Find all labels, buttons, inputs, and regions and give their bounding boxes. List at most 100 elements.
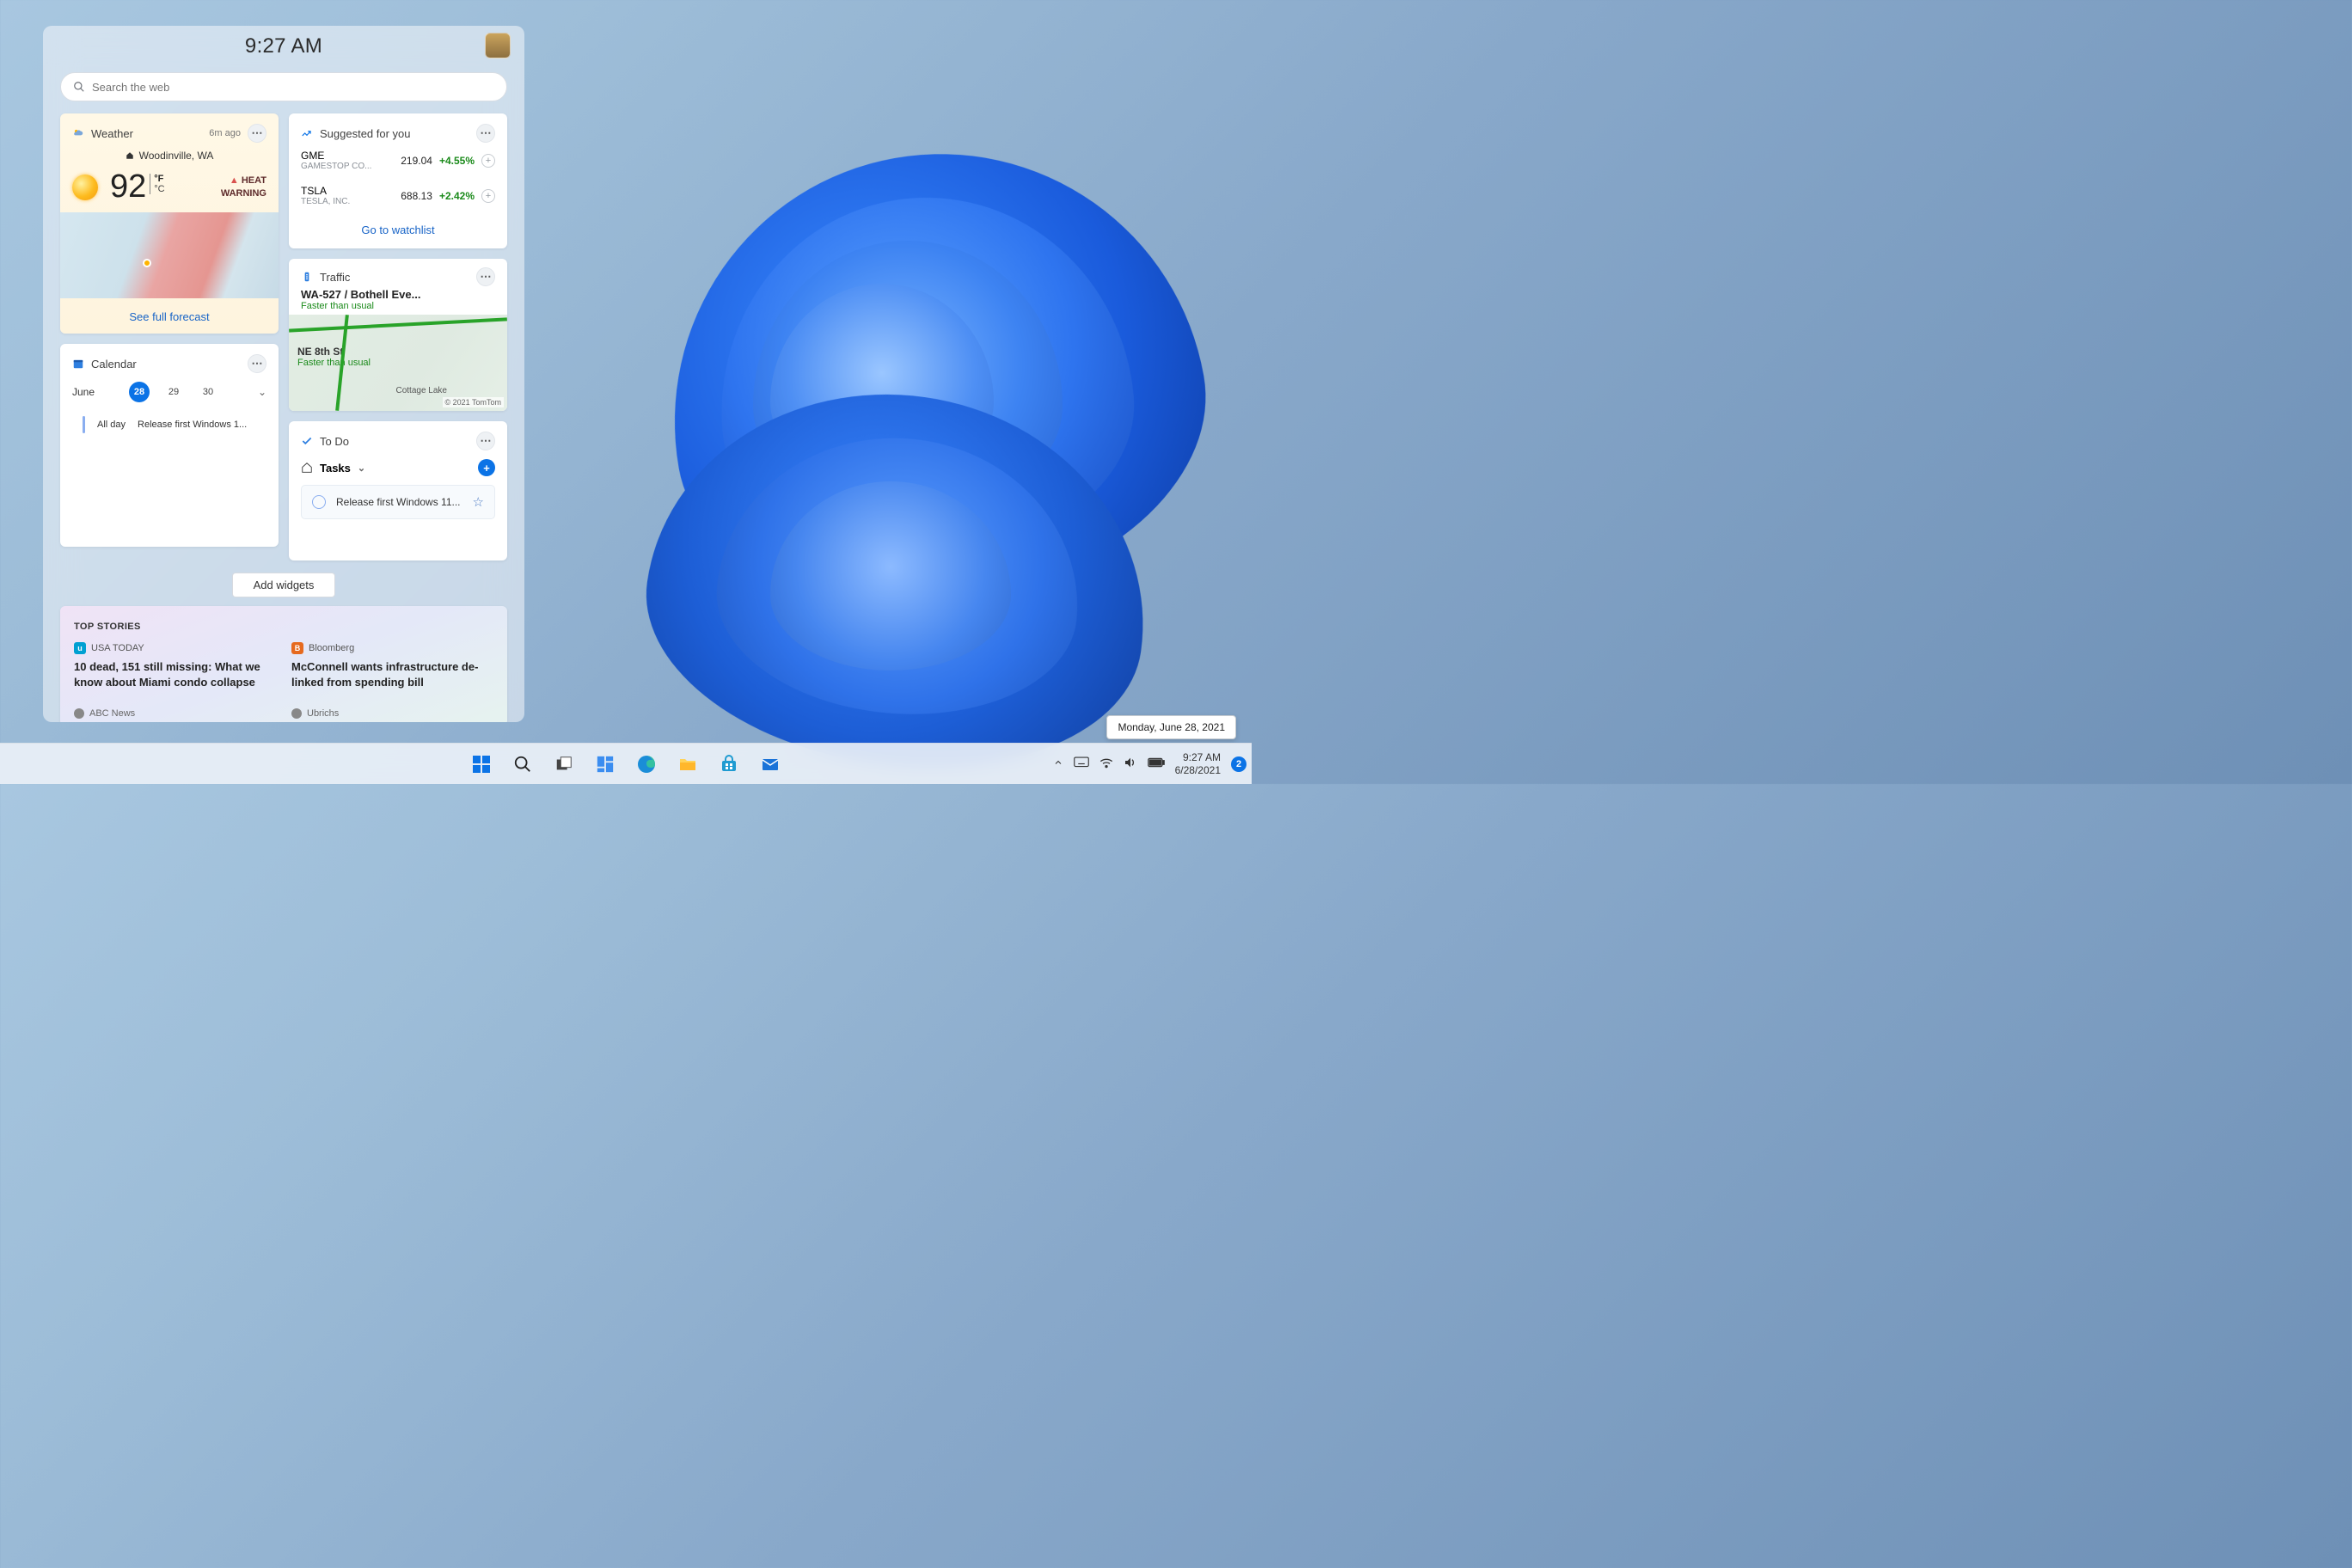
stock-change: +4.55% bbox=[439, 155, 475, 167]
stock-company: GAMESTOP CO... bbox=[301, 162, 394, 171]
chevron-down-icon[interactable]: ⌄ bbox=[258, 386, 266, 398]
weather-unit-toggle[interactable]: °F°C bbox=[150, 174, 164, 194]
date-tooltip: Monday, June 28, 2021 bbox=[1106, 715, 1236, 739]
traffic-status-2: Faster than usual bbox=[297, 358, 499, 368]
task-complete-checkbox[interactable] bbox=[312, 495, 326, 509]
top-stories-heading: TOP STORIES bbox=[74, 622, 493, 632]
map-location-pin bbox=[143, 259, 151, 267]
story-item[interactable]: u USA TODAY 10 dead, 151 still missing: W… bbox=[74, 642, 276, 719]
add-stock-button[interactable]: + bbox=[481, 154, 495, 168]
panel-time: 9:27 AM bbox=[60, 34, 507, 58]
mail-button[interactable] bbox=[753, 747, 787, 781]
taskbar-clock[interactable]: 9:27 AM 6/28/2021 bbox=[1175, 751, 1221, 776]
volume-icon[interactable] bbox=[1124, 756, 1137, 771]
keyboard-icon[interactable] bbox=[1074, 756, 1089, 771]
search-input[interactable] bbox=[92, 81, 494, 94]
taskbar-time: 9:27 AM bbox=[1175, 751, 1221, 763]
traffic-status: Faster than usual bbox=[301, 301, 495, 311]
notification-badge[interactable]: 2 bbox=[1231, 756, 1246, 772]
calendar-icon bbox=[72, 358, 84, 370]
wifi-icon[interactable] bbox=[1099, 756, 1113, 771]
stock-company: TESLA, INC. bbox=[301, 197, 394, 206]
calendar-allday-label: All day bbox=[97, 420, 126, 430]
usa-today-icon: u bbox=[74, 642, 86, 654]
widgets-panel: 9:27 AM Weather 6m ago ⋯ Woodinville, WA bbox=[43, 26, 524, 722]
stock-symbol: GME bbox=[301, 150, 394, 162]
add-widgets-button[interactable]: Add widgets bbox=[232, 573, 336, 597]
battery-icon[interactable] bbox=[1148, 757, 1165, 770]
wallpaper-bloom bbox=[530, 52, 1252, 722]
calendar-widget[interactable]: Calendar ⋯ June 28 29 30 ⌄ All day Relea… bbox=[60, 344, 279, 547]
forecast-link[interactable]: See full forecast bbox=[72, 305, 266, 323]
stock-row[interactable]: TSLATESLA, INC. 688.13 +2.42% + bbox=[301, 178, 495, 213]
taskbar-date: 6/28/2021 bbox=[1175, 764, 1221, 776]
home-icon bbox=[126, 151, 134, 160]
search-icon bbox=[73, 81, 85, 93]
todo-widget[interactable]: To Do ⋯ Tasks ⌄ + Release first Windows … bbox=[289, 421, 507, 560]
story-source: USA TODAY bbox=[91, 643, 144, 653]
stock-price: 688.13 bbox=[401, 190, 432, 202]
search-input-wrapper[interactable] bbox=[60, 72, 507, 101]
task-view-button[interactable] bbox=[547, 747, 581, 781]
story-item[interactable]: B Bloomberg McConnell wants infrastructur… bbox=[291, 642, 493, 719]
star-icon[interactable]: ☆ bbox=[473, 494, 484, 510]
traffic-widget[interactable]: Traffic ⋯ WA-527 / Bothell Eve... Faster… bbox=[289, 259, 507, 411]
weather-location: Woodinville, WA bbox=[139, 150, 214, 162]
story-source: Bloomberg bbox=[309, 643, 354, 653]
heat-warning: ▲ HEATWARNING bbox=[221, 175, 266, 199]
weather-temp: 92 bbox=[110, 168, 146, 205]
source-icon bbox=[291, 708, 302, 719]
stocks-title: Suggested for you bbox=[320, 127, 411, 140]
map-attribution: © 2021 TomTom bbox=[443, 397, 505, 407]
todo-more-button[interactable]: ⋯ bbox=[476, 432, 495, 450]
file-explorer-button[interactable] bbox=[671, 747, 705, 781]
store-button[interactable] bbox=[712, 747, 746, 781]
source-icon bbox=[74, 708, 84, 719]
tasks-label[interactable]: Tasks bbox=[320, 462, 351, 475]
stock-price: 219.04 bbox=[401, 155, 432, 167]
top-stories-widget[interactable]: TOP STORIES u USA TODAY 10 dead, 151 stil… bbox=[60, 606, 507, 722]
add-task-button[interactable]: + bbox=[478, 459, 495, 476]
stock-symbol: TSLA bbox=[301, 185, 394, 197]
weather-icon bbox=[72, 127, 84, 139]
traffic-more-button[interactable]: ⋯ bbox=[476, 267, 495, 286]
chevron-down-icon[interactable]: ⌄ bbox=[358, 462, 365, 474]
weather-map[interactable] bbox=[60, 212, 279, 298]
calendar-day[interactable]: 30 bbox=[198, 382, 218, 402]
calendar-day-active[interactable]: 28 bbox=[129, 382, 150, 402]
taskbar-search-button[interactable] bbox=[505, 747, 540, 781]
widgets-button[interactable] bbox=[588, 747, 622, 781]
task-text: Release first Windows 11... bbox=[336, 496, 461, 508]
tray-overflow-button[interactable] bbox=[1053, 757, 1063, 770]
weather-widget[interactable]: Weather 6m ago ⋯ Woodinville, WA 92 °F°C bbox=[60, 113, 279, 334]
weather-title: Weather bbox=[91, 127, 133, 140]
calendar-more-button[interactable]: ⋯ bbox=[248, 354, 266, 373]
calendar-event[interactable]: Release first Windows 1... bbox=[138, 420, 247, 430]
edge-button[interactable] bbox=[629, 747, 664, 781]
todo-title: To Do bbox=[320, 435, 349, 448]
user-avatar[interactable] bbox=[485, 33, 511, 58]
stock-row[interactable]: GMEGAMESTOP CO... 219.04 +4.55% + bbox=[301, 143, 495, 178]
weather-age: 6m ago bbox=[209, 128, 241, 138]
watchlist-link[interactable]: Go to watchlist bbox=[301, 213, 495, 238]
stocks-widget[interactable]: Suggested for you ⋯ GMEGAMESTOP CO... 21… bbox=[289, 113, 507, 248]
event-accent-rule bbox=[83, 416, 85, 433]
start-button[interactable] bbox=[464, 747, 499, 781]
traffic-map[interactable]: NE 8th St Faster than usual Cottage Lake… bbox=[289, 315, 507, 411]
stocks-icon bbox=[301, 127, 313, 139]
traffic-road: WA-527 / Bothell Eve... bbox=[301, 288, 495, 301]
story-headline: McConnell wants infrastructure de-linked… bbox=[291, 659, 493, 689]
bloomberg-icon: B bbox=[291, 642, 303, 654]
calendar-day[interactable]: 29 bbox=[163, 382, 184, 402]
todo-icon bbox=[301, 435, 313, 447]
story-headline: 10 dead, 151 still missing: What we know… bbox=[74, 659, 276, 689]
calendar-title: Calendar bbox=[91, 358, 137, 371]
task-item[interactable]: Release first Windows 11... ☆ bbox=[301, 485, 495, 519]
weather-more-button[interactable]: ⋯ bbox=[248, 124, 266, 143]
story-sub-source: Ubrichs bbox=[307, 708, 339, 719]
add-stock-button[interactable]: + bbox=[481, 189, 495, 203]
system-tray: 9:27 AM 6/28/2021 2 bbox=[1053, 751, 1252, 776]
stocks-more-button[interactable]: ⋯ bbox=[476, 124, 495, 143]
traffic-title: Traffic bbox=[320, 271, 350, 284]
traffic-place-label: Cottage Lake bbox=[396, 386, 448, 395]
